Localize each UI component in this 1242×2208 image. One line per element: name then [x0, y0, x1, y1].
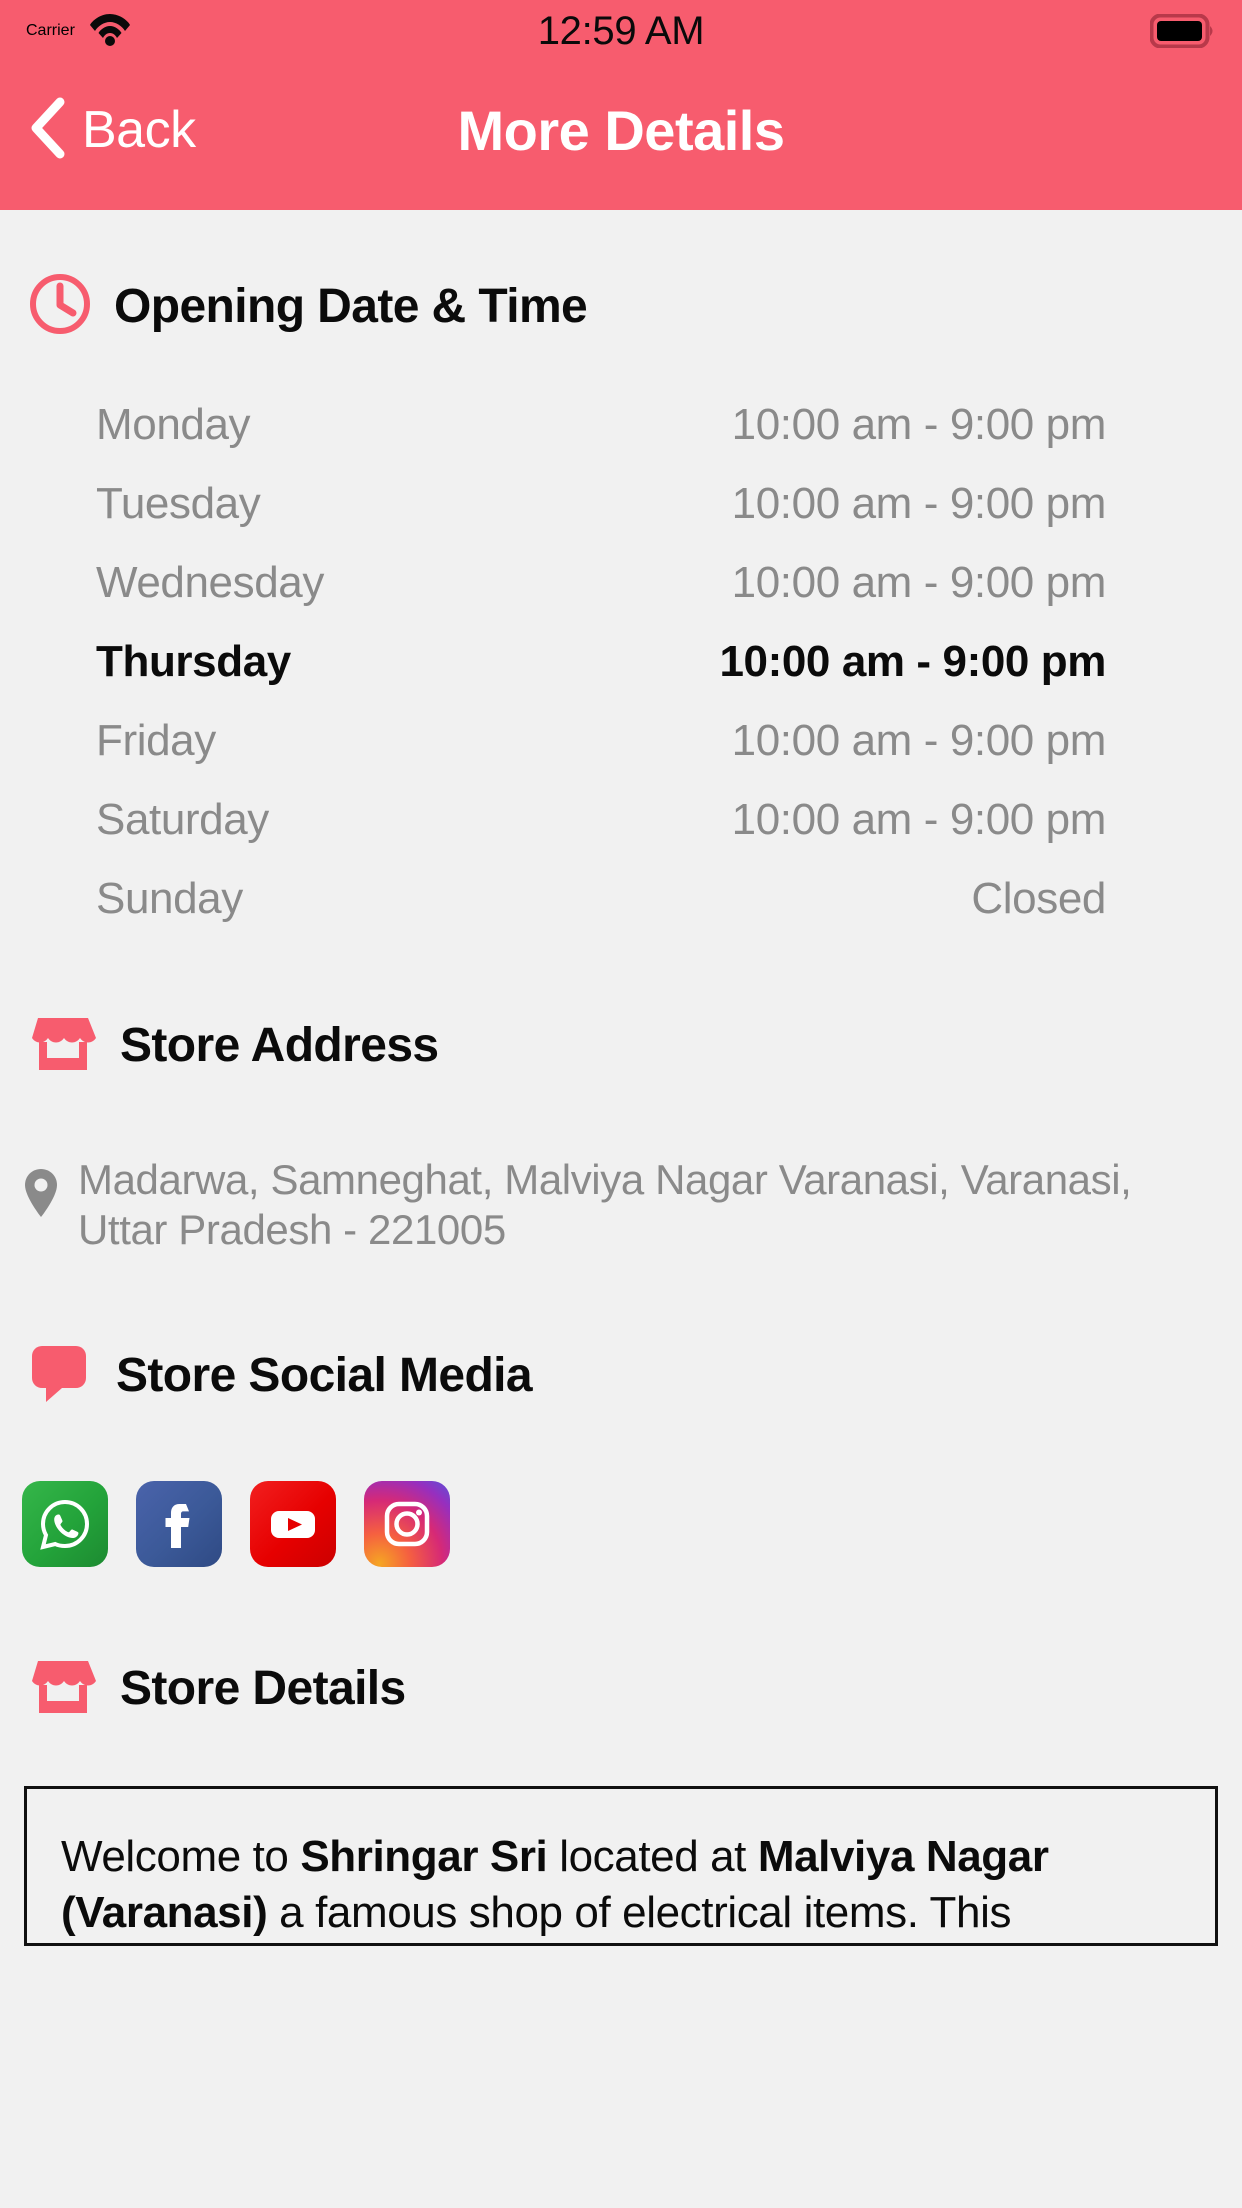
- status-time: 12:59 AM: [537, 8, 705, 53]
- clock-icon: [28, 272, 92, 341]
- back-button[interactable]: Back: [26, 97, 196, 176]
- hours-row: Thursday 10:00 am - 9:00 pm: [0, 622, 1242, 701]
- details-fragment: located at: [547, 1832, 758, 1882]
- carrier-group: Carrier: [26, 12, 131, 51]
- storefront-icon: [28, 1651, 98, 1726]
- hours-row: Wednesday 10:00 am - 9:00 pm: [0, 543, 1242, 622]
- hours-value: 10:00 am - 9:00 pm: [731, 715, 1107, 765]
- hours-value: 10:00 am - 9:00 pm: [731, 557, 1107, 607]
- hours-row: Tuesday 10:00 am - 9:00 pm: [0, 464, 1242, 543]
- nav-bar: Back More Details: [0, 62, 1242, 210]
- back-label: Back: [82, 101, 196, 159]
- social-links: [0, 1481, 1242, 1568]
- store-details-text: Welcome to Shringar Sri located at Malvi…: [61, 1829, 1181, 1942]
- social-link-youtube[interactable]: [250, 1481, 336, 1568]
- hours-value: Closed: [971, 873, 1106, 923]
- social-link-facebook[interactable]: [136, 1481, 222, 1568]
- hours-row: Sunday Closed: [0, 859, 1242, 938]
- opening-hours-list: Monday 10:00 am - 9:00 pm Tuesday 10:00 am …: [0, 385, 1242, 938]
- wifi-icon: [89, 12, 131, 51]
- section-header-social: Store Social Media: [0, 1340, 1242, 1411]
- section-title-details: Store Details: [120, 1662, 406, 1716]
- section-header-hours: Opening Date & Time: [0, 272, 1242, 341]
- hours-day-label: Tuesday: [96, 478, 261, 528]
- section-header-details: Store Details: [0, 1651, 1242, 1726]
- app-header: Carrier 12:59 AM Back More Details: [0, 0, 1242, 210]
- hours-value: 10:00 am - 9:00 pm: [719, 636, 1106, 686]
- hours-day-label: Saturday: [96, 794, 269, 844]
- hours-day-label: Wednesday: [96, 557, 324, 607]
- status-bar: Carrier 12:59 AM: [0, 0, 1242, 62]
- battery-full-icon: [1150, 14, 1216, 48]
- hours-value: 10:00 am - 9:00 pm: [731, 399, 1107, 449]
- speech-bubble-icon: [28, 1340, 94, 1411]
- details-fragment: Welcome to: [61, 1832, 301, 1882]
- store-address-text: Madarwa, Samneghat, Malviya Nagar Varana…: [78, 1156, 1132, 1253]
- chevron-left-icon: [26, 97, 70, 164]
- storefront-icon: [28, 1008, 98, 1083]
- section-title-address: Store Address: [120, 1019, 439, 1072]
- section-title-hours: Opening Date & Time: [114, 280, 588, 333]
- store-address: Madarwa, Samneghat, Malviya Nagar Varana…: [0, 1155, 1242, 1254]
- carrier-label: Carrier: [26, 22, 75, 39]
- screen: Carrier 12:59 AM Back More Details Openi…: [0, 0, 1242, 2208]
- social-link-instagram[interactable]: [364, 1481, 450, 1568]
- store-details-box: Welcome to Shringar Sri located at Malvi…: [24, 1786, 1218, 1947]
- details-fragment: a famous shop of electrical items. This: [267, 1888, 1012, 1938]
- hours-value: 10:00 am - 9:00 pm: [731, 478, 1107, 528]
- hours-day-label: Thursday: [96, 636, 291, 686]
- map-pin-icon: [22, 1167, 60, 1226]
- hours-row: Monday 10:00 am - 9:00 pm: [0, 385, 1242, 464]
- hours-row: Saturday 10:00 am - 9:00 pm: [0, 780, 1242, 859]
- section-title-social: Store Social Media: [116, 1349, 533, 1403]
- section-header-address: Store Address: [0, 1008, 1242, 1083]
- hours-day-label: Monday: [96, 399, 251, 449]
- hours-value: 10:00 am - 9:00 pm: [731, 794, 1107, 844]
- details-emphasis: Shringar Sri: [300, 1832, 548, 1882]
- hours-day-label: Sunday: [96, 873, 243, 923]
- hours-row: Friday 10:00 am - 9:00 pm: [0, 701, 1242, 780]
- hours-day-label: Friday: [96, 715, 216, 765]
- social-link-whatsapp[interactable]: [22, 1481, 108, 1568]
